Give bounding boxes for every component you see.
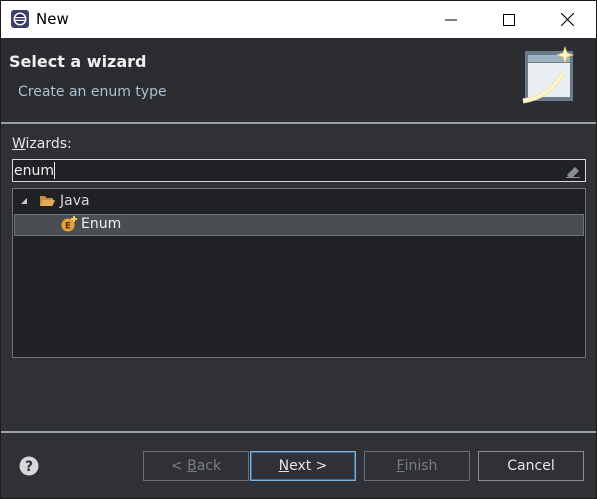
eraser-icon: [566, 166, 580, 178]
svg-text:?: ?: [25, 459, 33, 475]
minimize-button[interactable]: [422, 1, 480, 38]
back-button-mnemonic: B: [187, 458, 197, 474]
next-button[interactable]: Next >: [250, 451, 356, 481]
clear-filter-button[interactable]: [563, 162, 583, 179]
maximize-button[interactable]: [480, 1, 538, 38]
tree-item-label: Enum: [81, 216, 122, 232]
cancel-button[interactable]: Cancel: [478, 451, 584, 481]
close-button[interactable]: [538, 1, 596, 38]
wizard-banner: Select a wizard Create an enum type: [1, 38, 596, 122]
wizards-label-text: izards:: [25, 136, 72, 152]
footer-separator: [1, 431, 596, 433]
text-caret: [54, 162, 55, 179]
eclipse-icon: [11, 10, 29, 28]
wizard-filter-input[interactable]: [14, 161, 559, 180]
page-description: Create an enum type: [18, 84, 167, 100]
tree-item-label: Java: [60, 193, 90, 209]
finish-button[interactable]: Finish: [364, 451, 470, 481]
back-button-prefix: <: [170, 458, 188, 474]
enum-icon: E: [61, 216, 77, 232]
maximize-icon: [503, 13, 515, 26]
back-button-label: ack: [196, 458, 222, 474]
title-bar: New: [1, 1, 596, 38]
page-title: Select a wizard: [9, 52, 147, 71]
minimize-icon: [445, 19, 457, 20]
help-icon[interactable]: ?: [19, 456, 39, 476]
next-button-mnemonic: N: [278, 458, 290, 474]
wizard-tree: Java E Enum: [12, 188, 586, 358]
tree-item-java[interactable]: Java: [13, 191, 585, 213]
back-button[interactable]: < Back: [143, 451, 249, 481]
finish-button-label: inish: [404, 458, 438, 474]
tree-item-enum[interactable]: E Enum: [14, 214, 584, 236]
svg-text:E: E: [65, 222, 71, 232]
expanded-triangle-icon[interactable]: [20, 197, 28, 205]
wizards-label-mnemonic: W: [12, 136, 26, 152]
finish-button-mnemonic: F: [396, 458, 405, 474]
window-title: New: [36, 10, 69, 28]
new-wizard-dialog: New Select a wizard Create an enum type …: [0, 0, 597, 499]
header-separator: [1, 122, 596, 124]
wizard-filter-field: [12, 159, 586, 182]
wizards-label: Wizards:: [12, 136, 72, 152]
folder-open-icon: [40, 196, 55, 206]
close-icon: [560, 13, 574, 26]
next-button-label: ext >: [289, 458, 328, 474]
wizard-banner-image: [522, 45, 575, 104]
